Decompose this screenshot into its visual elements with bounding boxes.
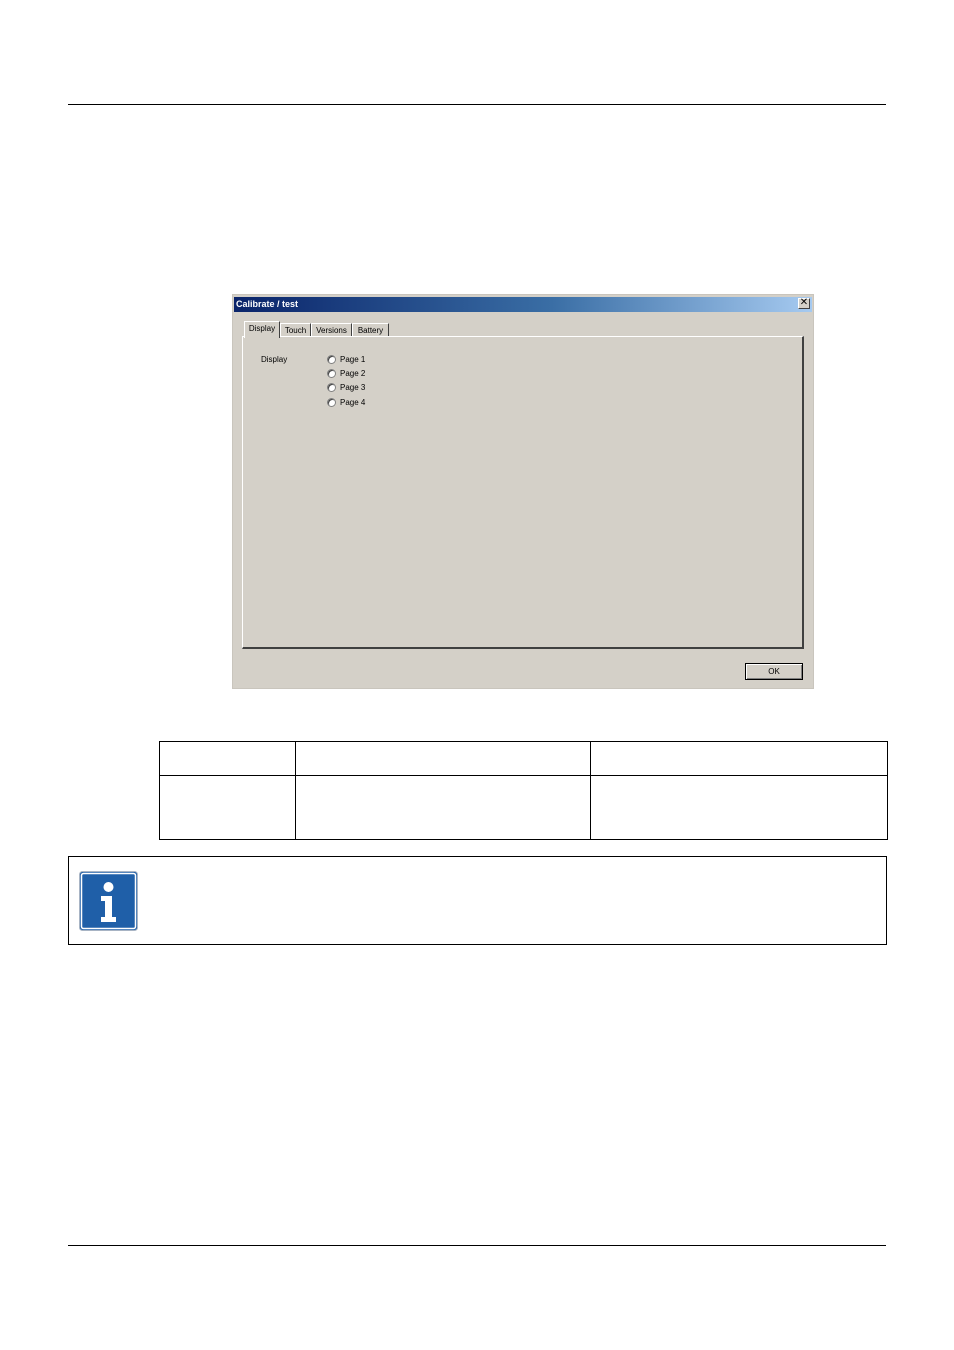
table-header-cell — [590, 741, 888, 776]
radio-label: Page 1 — [340, 355, 366, 364]
table-header-cell — [159, 741, 296, 776]
table-cell — [590, 775, 888, 840]
parameter-table — [159, 741, 888, 840]
radio-circle[interactable] — [327, 398, 336, 407]
table-header-row — [159, 741, 888, 776]
close-button[interactable]: ✕ — [798, 297, 810, 309]
radio-label: Page 4 — [340, 398, 366, 407]
dialog-title: Calibrate / test — [236, 299, 299, 309]
radio-label: Page 3 — [340, 383, 366, 392]
radio-circle[interactable] — [327, 383, 336, 392]
info-note-box — [68, 856, 887, 945]
header-rule — [68, 104, 886, 105]
table-row — [159, 775, 888, 840]
table-cell — [159, 775, 296, 840]
radio-circle[interactable] — [327, 355, 336, 364]
close-icon: ✕ — [799, 297, 809, 308]
tab-display[interactable]: Display — [244, 321, 280, 338]
footer-rule — [68, 1245, 886, 1246]
display-tab-panel: Display Page 1 Page 2 Page 3 Page 4 — [242, 336, 804, 649]
calibrate-test-dialog: Calibrate / test ✕ Display Touch Version… — [232, 294, 814, 689]
radio-label: Page 2 — [340, 369, 366, 378]
radio-circle[interactable] — [327, 369, 336, 378]
display-group-label: Display — [261, 355, 288, 364]
table-header-cell — [295, 741, 591, 776]
title-bar[interactable]: Calibrate / test ✕ — [234, 297, 812, 312]
info-icon — [79, 871, 138, 931]
table-cell — [295, 775, 591, 840]
ok-button[interactable]: OK — [745, 663, 803, 680]
